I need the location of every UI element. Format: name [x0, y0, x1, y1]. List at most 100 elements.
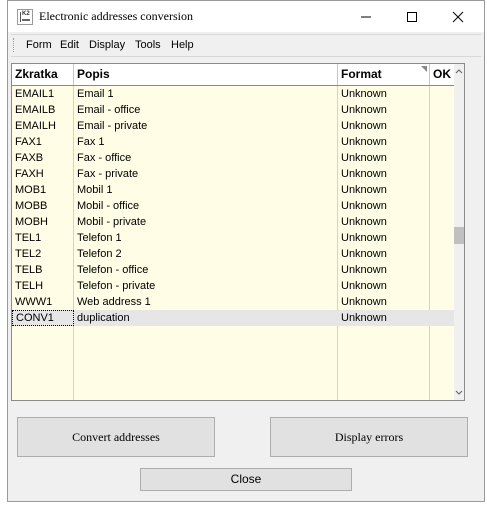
menu-display[interactable]: Display [89, 39, 125, 51]
table-row[interactable]: MOBB Mobil - office Unknown [12, 198, 454, 214]
row-ok[interactable] [430, 214, 454, 230]
table-row[interactable]: CONV1 duplication Unknown [12, 310, 454, 326]
row-ok[interactable] [430, 278, 454, 294]
row-ok[interactable] [430, 198, 454, 214]
table-row[interactable]: EMAILB Email - office Unknown [12, 102, 454, 118]
table-row[interactable]: FAX1 Fax 1 Unknown [12, 134, 454, 150]
row-code[interactable]: MOB1 [12, 182, 74, 198]
row-description[interactable]: Mobil - private [74, 214, 338, 230]
row-ok[interactable] [430, 262, 454, 278]
table-row[interactable]: MOB1 Mobil 1 Unknown [12, 182, 454, 198]
row-code[interactable]: EMAIL1 [12, 86, 74, 102]
row-format[interactable]: Unknown [338, 246, 430, 262]
row-code[interactable]: FAXB [12, 150, 74, 166]
table-row[interactable]: TELH Telefon - private Unknown [12, 278, 454, 294]
chevron-down-icon [455, 390, 463, 395]
row-format[interactable]: Unknown [338, 310, 430, 326]
row-description[interactable]: Telefon 2 [74, 246, 338, 262]
row-format[interactable]: Unknown [338, 182, 430, 198]
display-errors-button[interactable]: Display errors [270, 417, 468, 457]
menu-form[interactable]: Form [26, 39, 52, 51]
row-format[interactable]: Unknown [338, 198, 430, 214]
table-row[interactable]: EMAIL1 Email 1 Unknown [12, 86, 454, 102]
scroll-up-button[interactable] [454, 64, 464, 78]
row-ok[interactable] [430, 150, 454, 166]
row-description[interactable]: Email - office [74, 102, 338, 118]
menu-edit[interactable]: Edit [60, 39, 79, 51]
row-code[interactable]: WWW1 [12, 294, 74, 310]
row-code[interactable]: CONV1 [12, 310, 74, 326]
table-row[interactable]: TEL2 Telefon 2 Unknown [12, 246, 454, 262]
row-description[interactable]: Mobil - office [74, 198, 338, 214]
row-code[interactable]: TEL1 [12, 230, 74, 246]
addresses-grid[interactable]: Zkratka Popis Format OK EMAIL1 Email 1 Unk… [11, 63, 465, 401]
row-code[interactable]: EMAILB [12, 102, 74, 118]
table-row[interactable]: FAXB Fax - office Unknown [12, 150, 454, 166]
row-ok[interactable] [430, 310, 454, 326]
row-format[interactable]: Unknown [338, 166, 430, 182]
app-icon: K2 [17, 9, 33, 25]
column-header-ok[interactable]: OK [430, 64, 454, 85]
row-code[interactable]: FAX1 [12, 134, 74, 150]
row-format[interactable]: Unknown [338, 294, 430, 310]
column-header-popis[interactable]: Popis [74, 64, 338, 85]
row-description[interactable]: Fax - office [74, 150, 338, 166]
row-code[interactable]: TEL2 [12, 246, 74, 262]
row-format[interactable]: Unknown [338, 118, 430, 134]
scroll-down-button[interactable] [454, 386, 464, 400]
table-row[interactable]: EMAILH Email - private Unknown [12, 118, 454, 134]
row-code[interactable]: EMAILH [12, 118, 74, 134]
row-ok[interactable] [430, 246, 454, 262]
row-code[interactable]: TELH [12, 278, 74, 294]
table-row[interactable]: TEL1 Telefon 1 Unknown [12, 230, 454, 246]
row-code[interactable]: FAXH [12, 166, 74, 182]
row-format[interactable]: Unknown [338, 150, 430, 166]
column-header-zkratka[interactable]: Zkratka [12, 64, 74, 85]
row-description[interactable]: Telefon - private [74, 278, 338, 294]
row-format[interactable]: Unknown [338, 230, 430, 246]
convert-addresses-button[interactable]: Convert addresses [17, 417, 215, 457]
window-title: Electronic addresses conversion [39, 9, 193, 23]
row-ok[interactable] [430, 118, 454, 134]
maximize-button[interactable] [389, 1, 435, 32]
menu-bar: Form Edit Display Tools Help [11, 34, 481, 57]
row-format[interactable]: Unknown [338, 262, 430, 278]
table-row[interactable]: FAXH Fax - private Unknown [12, 166, 454, 182]
row-format[interactable]: Unknown [338, 278, 430, 294]
row-format[interactable]: Unknown [338, 102, 430, 118]
close-button[interactable]: Close [140, 468, 352, 491]
table-row[interactable]: MOBH Mobil - private Unknown [12, 214, 454, 230]
row-ok[interactable] [430, 134, 454, 150]
row-description[interactable]: Fax 1 [74, 134, 338, 150]
row-description[interactable]: Telefon - office [74, 262, 338, 278]
table-row[interactable]: TELB Telefon - office Unknown [12, 262, 454, 278]
menu-tools[interactable]: Tools [135, 39, 161, 51]
row-ok[interactable] [430, 230, 454, 246]
minimize-button[interactable] [343, 1, 389, 32]
scroll-thumb[interactable] [454, 227, 464, 244]
row-code[interactable]: MOBB [12, 198, 74, 214]
menu-grip [13, 38, 16, 52]
row-description[interactable]: Web address 1 [74, 294, 338, 310]
row-description[interactable]: Telefon 1 [74, 230, 338, 246]
row-ok[interactable] [430, 86, 454, 102]
close-window-button[interactable] [435, 1, 481, 32]
row-description[interactable]: Email 1 [74, 86, 338, 102]
row-ok[interactable] [430, 182, 454, 198]
row-description[interactable]: Mobil 1 [74, 182, 338, 198]
row-code[interactable]: MOBH [12, 214, 74, 230]
menu-help[interactable]: Help [171, 39, 194, 51]
table-row[interactable]: WWW1 Web address 1 Unknown [12, 294, 454, 310]
row-code[interactable]: TELB [12, 262, 74, 278]
row-format[interactable]: Unknown [338, 134, 430, 150]
row-description[interactable]: duplication [74, 310, 338, 326]
row-format[interactable]: Unknown [338, 214, 430, 230]
row-ok[interactable] [430, 102, 454, 118]
column-header-format[interactable]: Format [338, 64, 430, 85]
row-description[interactable]: Fax - private [74, 166, 338, 182]
row-description[interactable]: Email - private [74, 118, 338, 134]
row-ok[interactable] [430, 294, 454, 310]
vertical-scrollbar[interactable] [454, 64, 464, 400]
row-format[interactable]: Unknown [338, 86, 430, 102]
row-ok[interactable] [430, 166, 454, 182]
